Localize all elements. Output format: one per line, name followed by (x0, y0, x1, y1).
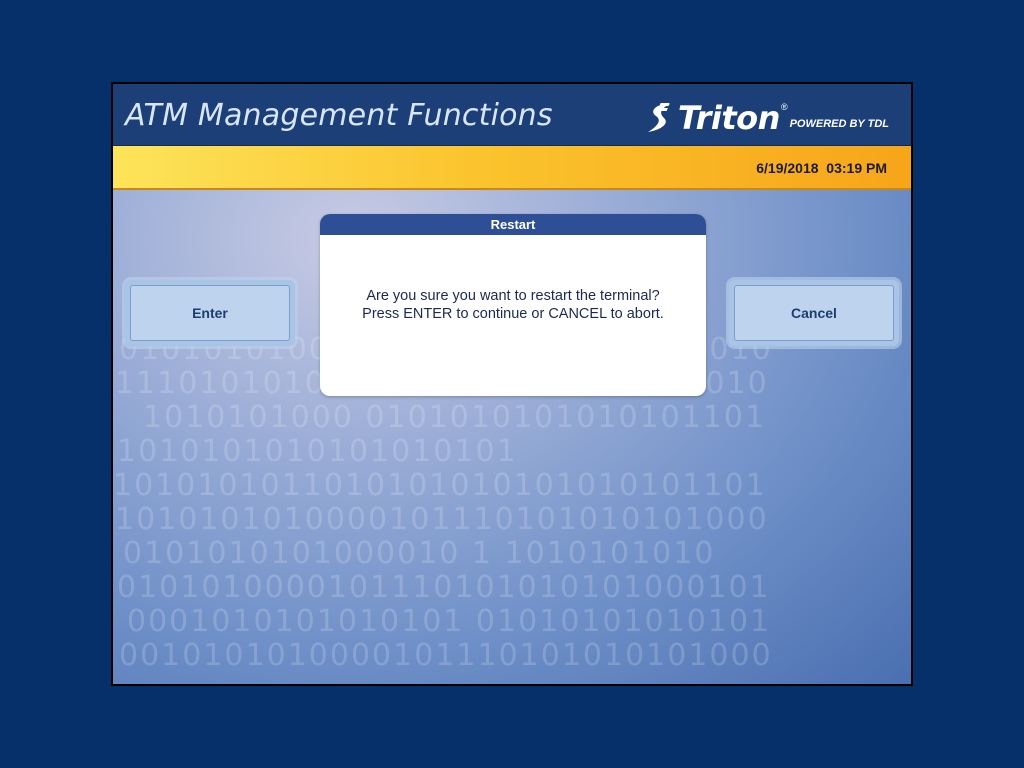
brand-powered-by: POWERED BY TDL (789, 118, 889, 130)
page-title: ATM Management Functions (125, 98, 553, 133)
dialog-message-line2: Press ENTER to continue or CANCEL to abo… (362, 306, 664, 322)
cancel-button-label: Cancel (734, 285, 894, 341)
status-bar: 6/19/2018 03:19 PM (113, 146, 911, 190)
dialog-title: Restart (320, 214, 706, 235)
date-time: 6/19/2018 03:19 PM (756, 160, 887, 176)
brand-registered-mark: ® (780, 102, 788, 112)
brand-name: Triton (677, 99, 781, 137)
atm-screen: ATM Management Functions Triton ® POWERE… (111, 82, 913, 686)
cancel-button[interactable]: Cancel (729, 280, 899, 346)
restart-dialog: Restart Are you sure you want to restart… (320, 214, 706, 396)
triton-logo: Triton ® POWERED BY TDL (644, 98, 889, 134)
main-content: 0101010100010101010101010101010 11101010… (113, 190, 911, 684)
enter-button[interactable]: Enter (125, 280, 295, 346)
header-bar: ATM Management Functions Triton ® POWERE… (113, 84, 911, 146)
dialog-message-line1: Are you sure you want to restart the ter… (366, 288, 660, 304)
enter-button-label: Enter (130, 285, 290, 341)
triton-swoosh-icon (647, 103, 670, 132)
dialog-message: Are you sure you want to restart the ter… (320, 235, 706, 323)
